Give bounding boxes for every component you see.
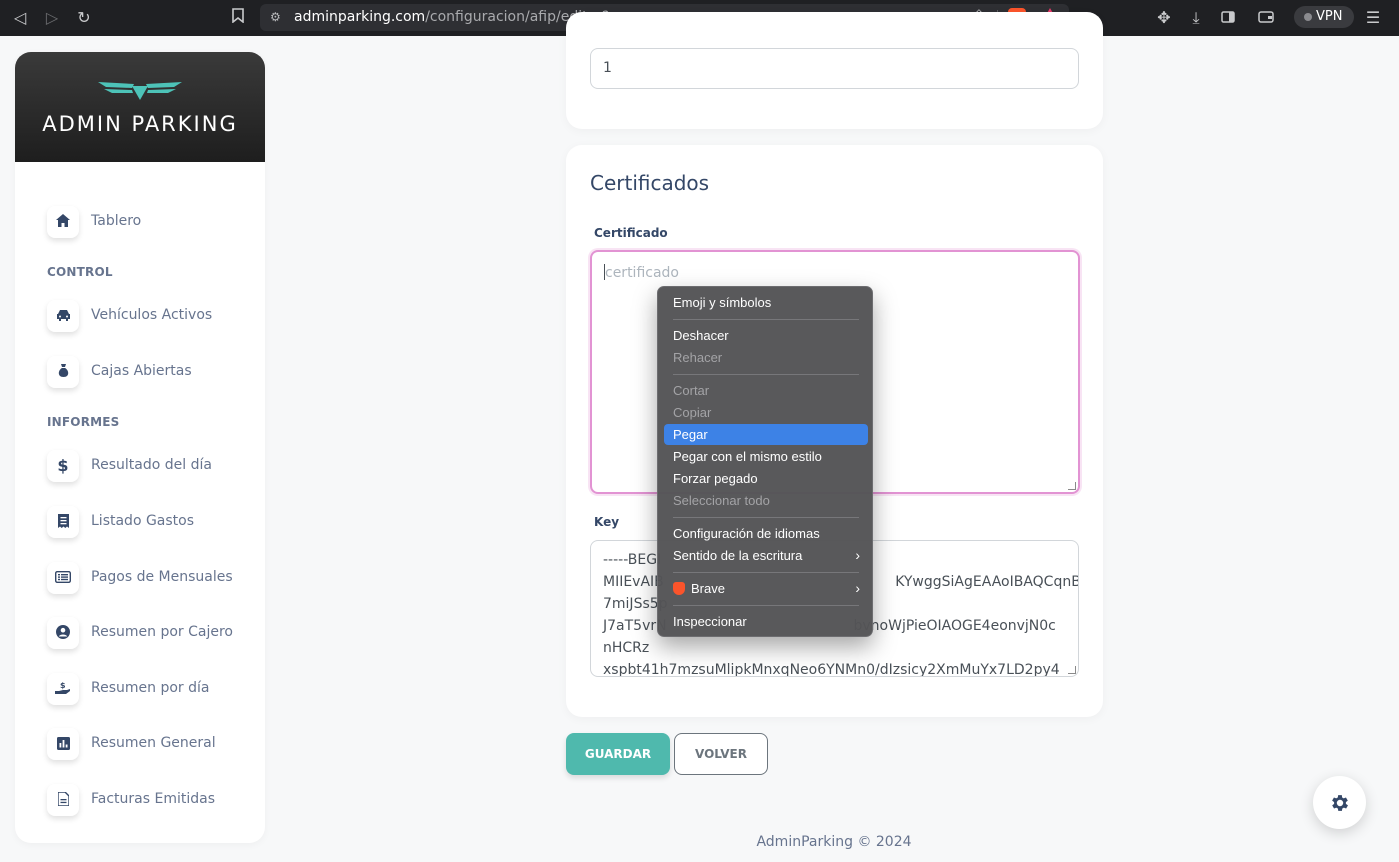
sidebar-toggle-icon[interactable] bbox=[1218, 8, 1238, 28]
hand-coin-icon: $ bbox=[47, 673, 79, 705]
extensions-icon[interactable]: ✥ bbox=[1154, 8, 1174, 28]
key-label: Key bbox=[594, 515, 620, 529]
menu-item-emoji[interactable]: Emoji y símbolos bbox=[664, 292, 868, 313]
bookmark-icon[interactable] bbox=[228, 8, 248, 28]
settings-fab-button[interactable] bbox=[1313, 776, 1366, 829]
sidebar-item-resumen-por-dia[interactable]: $ Resumen por día bbox=[47, 673, 257, 705]
sidebar-item-resumen-general[interactable]: Resumen General bbox=[47, 728, 257, 760]
menu-item-brave[interactable]: Brave › bbox=[664, 578, 868, 599]
certificado-label: Certificado bbox=[594, 226, 668, 240]
forward-icon[interactable]: ▷ bbox=[42, 8, 62, 28]
sidebar-item-pagos-de-mensuales[interactable]: Pagos de Mensuales bbox=[47, 562, 257, 594]
context-menu: Emoji y símbolos Deshacer Rehacer Cortar… bbox=[657, 286, 873, 637]
chevron-right-icon: › bbox=[855, 580, 860, 596]
vpn-button[interactable]: VPN bbox=[1294, 6, 1354, 28]
home-icon bbox=[47, 206, 79, 238]
reload-icon[interactable]: ↻ bbox=[74, 8, 94, 28]
sidebar-item-cajas-abiertas[interactable]: Cajas Abiertas bbox=[47, 356, 257, 388]
sidebar-item-resultado-del-dia[interactable]: $ Resultado del día bbox=[47, 450, 257, 482]
url-text[interactable]: adminparking.com/configuracion/afip/edit… bbox=[294, 9, 609, 25]
sidebar-item-resumen-por-cajero[interactable]: Resumen por Cajero bbox=[47, 617, 257, 649]
sidebar-item-vehiculos-activos[interactable]: Vehículos Activos bbox=[47, 300, 257, 332]
save-button[interactable]: GUARDAR bbox=[566, 733, 670, 775]
svg-text:$: $ bbox=[60, 681, 66, 690]
brave-icon bbox=[673, 582, 685, 595]
wallet-icon[interactable] bbox=[1256, 8, 1276, 28]
resize-handle[interactable] bbox=[1068, 482, 1076, 490]
config-input[interactable]: 1 bbox=[590, 48, 1079, 89]
back-button[interactable]: VOLVER bbox=[674, 733, 768, 775]
sidebar: ADMIN PARKING Tablero CONTROL Vehículos … bbox=[15, 52, 265, 843]
document-icon bbox=[47, 784, 79, 816]
menu-item-cut[interactable]: Cortar bbox=[664, 380, 868, 401]
menu-item-language-settings[interactable]: Configuración de idiomas bbox=[664, 523, 868, 544]
menu-item-paste-match-style[interactable]: Pegar con el mismo estilo bbox=[664, 446, 868, 467]
sidebar-item-tablero[interactable]: Tablero bbox=[47, 206, 257, 238]
menu-separator bbox=[673, 605, 859, 606]
menu-separator bbox=[673, 319, 859, 320]
brand-logo[interactable]: ADMIN PARKING bbox=[15, 52, 265, 162]
site-settings-icon[interactable]: ⚙ bbox=[270, 9, 286, 25]
menu-item-undo[interactable]: Deshacer bbox=[664, 325, 868, 346]
menu-item-writing-direction[interactable]: Sentido de la escritura › bbox=[664, 545, 868, 566]
menu-separator bbox=[673, 517, 859, 518]
brand-name: ADMIN PARKING bbox=[42, 112, 238, 136]
money-bag-icon bbox=[47, 356, 79, 388]
sidebar-item-facturas-emitidas[interactable]: Facturas Emitidas bbox=[47, 784, 257, 816]
sidebar-item-listado-gastos[interactable]: Listado Gastos bbox=[47, 506, 257, 538]
menu-item-force-paste[interactable]: Forzar pegado bbox=[664, 468, 868, 489]
wings-logo-icon bbox=[98, 82, 182, 100]
menu-item-select-all[interactable]: Seleccionar todo bbox=[664, 490, 868, 511]
menu-separator bbox=[673, 374, 859, 375]
section-informes: INFORMES bbox=[47, 415, 120, 429]
resize-handle[interactable] bbox=[1068, 666, 1076, 674]
menu-item-copy[interactable]: Copiar bbox=[664, 402, 868, 423]
downloads-icon[interactable]: ⤓ bbox=[1186, 8, 1206, 28]
gear-icon bbox=[1331, 795, 1348, 811]
menu-item-redo[interactable]: Rehacer bbox=[664, 347, 868, 368]
card-title: Certificados bbox=[590, 171, 710, 195]
user-circle-icon bbox=[47, 617, 79, 649]
chevron-right-icon: › bbox=[855, 547, 860, 563]
back-icon[interactable]: ◁ bbox=[10, 8, 30, 28]
menu-item-paste[interactable]: Pegar bbox=[664, 424, 868, 445]
footer-text: AdminParking © 2024 bbox=[756, 834, 912, 850]
bar-chart-icon bbox=[47, 728, 79, 760]
dollar-icon: $ bbox=[47, 450, 79, 482]
list-icon bbox=[47, 562, 79, 594]
key-line: xspbt41h7mzsuMlipkMnxqNeo6YNMn0/dIzsicy2… bbox=[603, 662, 1060, 677]
menu-icon[interactable]: ☰ bbox=[1363, 8, 1383, 28]
receipt-icon bbox=[47, 506, 79, 538]
car-icon bbox=[47, 300, 79, 332]
menu-separator bbox=[673, 572, 859, 573]
menu-item-inspect[interactable]: Inspeccionar bbox=[664, 611, 868, 632]
certificado-placeholder: certificado bbox=[605, 265, 679, 281]
section-control: CONTROL bbox=[47, 265, 113, 279]
config-card: 1 bbox=[566, 12, 1103, 129]
key-line: nHCRz bbox=[603, 640, 650, 656]
